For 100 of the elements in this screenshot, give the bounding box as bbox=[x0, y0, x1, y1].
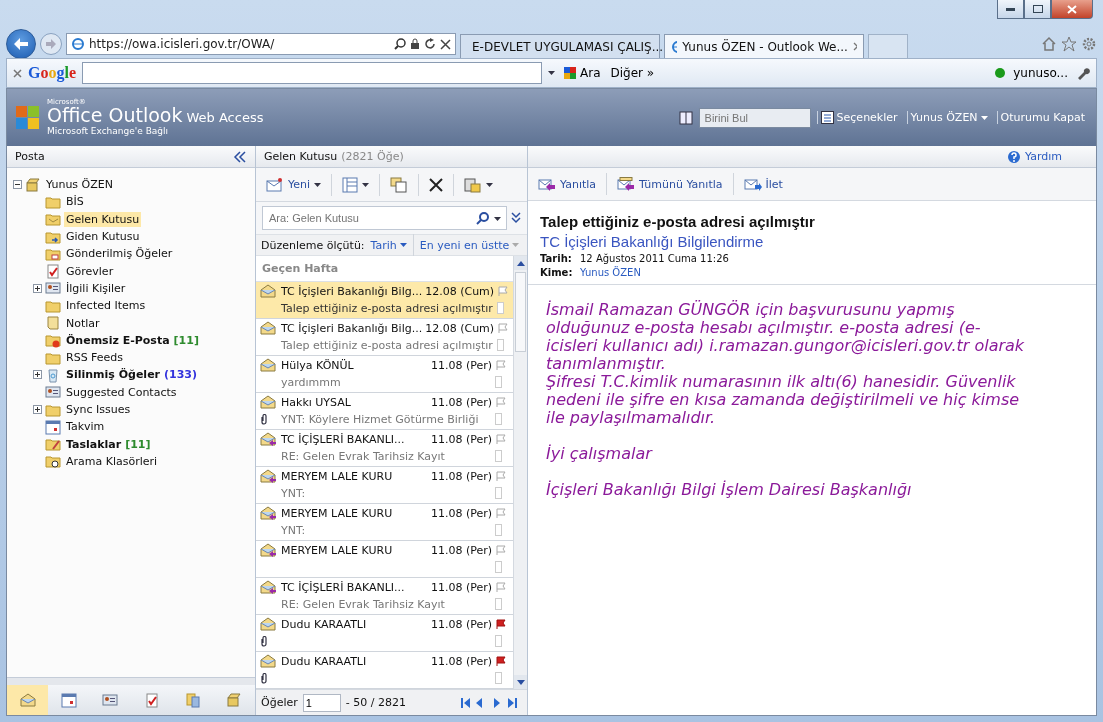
caret-icon[interactable] bbox=[399, 243, 407, 247]
forward-button[interactable] bbox=[40, 33, 62, 55]
message-item[interactable]: Dudu KARAATLI 11.08 (Per) bbox=[256, 652, 513, 689]
logout-link[interactable]: Oturumu Kapat bbox=[996, 111, 1088, 124]
expand-search-icon[interactable] bbox=[511, 212, 521, 224]
wrench-icon[interactable] bbox=[1076, 66, 1090, 80]
refresh-icon[interactable] bbox=[424, 38, 436, 50]
caret-icon[interactable] bbox=[314, 182, 322, 187]
sort-field-button[interactable]: Tarih bbox=[368, 238, 409, 252]
flag-icon[interactable] bbox=[495, 618, 506, 630]
flag-icon[interactable] bbox=[495, 655, 506, 667]
sender-name[interactable]: TC İçişleri Bakanlığı Bilgilendirme bbox=[540, 233, 1084, 250]
folder-item[interactable]: İlgili Kişiler bbox=[64, 280, 128, 296]
scroll-down-icon[interactable] bbox=[516, 679, 525, 685]
scrollbar[interactable] bbox=[513, 256, 527, 689]
reply-button[interactable]: Yanıtla bbox=[534, 175, 601, 193]
category-icon[interactable] bbox=[495, 672, 502, 684]
category-icon[interactable] bbox=[495, 376, 502, 388]
message-item[interactable]: Dudu KARAATLI 11.08 (Per) bbox=[256, 615, 513, 652]
folder-item[interactable]: Arama Klasörleri bbox=[64, 453, 160, 469]
more-button[interactable]: Diğer » bbox=[608, 66, 657, 80]
folder-item[interactable]: Notlar bbox=[64, 315, 102, 331]
search-field[interactable] bbox=[82, 62, 542, 84]
caret-icon[interactable] bbox=[494, 216, 501, 221]
star-icon[interactable] bbox=[1061, 36, 1077, 52]
scroll-up-icon[interactable] bbox=[516, 260, 525, 266]
browser-tab[interactable]: E-DEVLET UYGULAMASI ÇALIŞ... bbox=[460, 34, 660, 58]
message-item[interactable]: Hakkı UYSAL 11.08 (Per) YNT: Köylere Hizmet Götürme Birliği bbox=[256, 393, 513, 430]
collapse-icon[interactable] bbox=[13, 180, 22, 190]
field-label: Kime: bbox=[540, 267, 572, 278]
caret-icon[interactable] bbox=[548, 71, 555, 75]
address-field[interactable]: https://owa.icisleri.gov.tr/OWA/ bbox=[66, 33, 456, 55]
category-icon[interactable] bbox=[495, 524, 502, 536]
page-field[interactable]: 1 bbox=[302, 693, 341, 712]
caret-icon[interactable] bbox=[362, 182, 370, 187]
minimize-button[interactable] bbox=[997, 0, 1024, 19]
folder-item[interactable]: BİS bbox=[64, 194, 86, 210]
category-icon[interactable] bbox=[495, 487, 502, 499]
settings-icon[interactable] bbox=[1081, 36, 1097, 52]
folder-item[interactable]: RSS Feeds bbox=[64, 350, 126, 366]
options-button[interactable]: Seçenekler bbox=[816, 111, 901, 124]
folder-item[interactable]: Suggested Contacts bbox=[64, 384, 179, 400]
address-book-icon[interactable] bbox=[678, 110, 693, 125]
search-field[interactable]: Ara: Gelen Kutusu bbox=[262, 206, 507, 230]
message-item[interactable]: MERYEM LALE KURU 11.08 (Per) YNT: bbox=[256, 467, 513, 504]
splitter-handle[interactable] bbox=[7, 677, 255, 685]
user-menu[interactable]: Yunus ÖZEN bbox=[906, 111, 991, 124]
browser-tab[interactable]: Yunus ÖZEN - Outlook We... bbox=[664, 34, 864, 58]
expand-icon[interactable] bbox=[33, 370, 42, 380]
scroll-thumb[interactable] bbox=[515, 272, 526, 352]
search-button[interactable]: Ara bbox=[561, 66, 603, 80]
maximize-button[interactable] bbox=[1024, 0, 1051, 19]
reply-all-button[interactable]: Tümünü Yanıtla bbox=[613, 175, 727, 193]
home-icon[interactable] bbox=[1041, 36, 1057, 52]
expand-icon[interactable] bbox=[33, 405, 42, 414]
message-item[interactable]: TC İÇİŞLERİ BAKANLI... 11.08 (Per) RE: Gelen Evrak Tarihsiz Kayıt bbox=[256, 578, 513, 615]
message-item[interactable]: TC İÇİŞLERİ BAKANLI... 11.08 (Per) RE: Gelen Evrak Tarihsiz Kayıt bbox=[256, 430, 513, 467]
forward-button[interactable]: İlet bbox=[739, 175, 787, 193]
category-icon[interactable] bbox=[495, 413, 502, 425]
folder-item[interactable]: Yunus ÖZEN bbox=[44, 177, 115, 193]
folder-item[interactable]: Gelen Kutusu bbox=[64, 211, 142, 227]
new-button[interactable]: Yeni bbox=[262, 174, 326, 195]
message-item[interactable]: MERYEM LALE KURU 11.08 (Per) YNT: bbox=[256, 504, 513, 541]
search-icon[interactable] bbox=[476, 212, 489, 225]
category-icon[interactable] bbox=[497, 302, 505, 314]
collapse-pane-icon[interactable] bbox=[233, 150, 247, 163]
folder-item[interactable]: Giden Kutusu bbox=[64, 229, 142, 245]
search-icon[interactable] bbox=[394, 38, 406, 50]
folder-item[interactable]: Sync Issues bbox=[64, 402, 133, 417]
message-item[interactable]: Hülya KÖNÜL 11.08 (Per) yardımmm bbox=[256, 356, 513, 393]
folder-item[interactable]: Görevler bbox=[64, 263, 116, 279]
help-link[interactable]: Yardım bbox=[1000, 148, 1088, 165]
category-icon[interactable] bbox=[497, 339, 505, 351]
category-icon[interactable] bbox=[495, 598, 502, 610]
folder-item[interactable]: Gönderilmiş Öğeler bbox=[64, 246, 175, 262]
caret-icon[interactable] bbox=[486, 182, 494, 187]
folder-item[interactable]: Infected Items bbox=[64, 298, 148, 314]
sort-order-button[interactable]: En yeni en üstte bbox=[417, 238, 522, 252]
close-icon[interactable] bbox=[13, 68, 22, 78]
expand-icon[interactable] bbox=[33, 283, 42, 293]
back-button[interactable] bbox=[6, 29, 36, 59]
folder-item[interactable]: Önemsiz E-Posta [11] bbox=[64, 332, 201, 348]
folder-item[interactable]: Takvim bbox=[64, 419, 107, 435]
new-tab-button[interactable] bbox=[868, 34, 908, 58]
message-item[interactable]: TC İçişleri Bakanlığı Bilg... 12.08 (Cum) Talep ettiğiniz e-posta adresi açılmıştır bbox=[256, 319, 513, 356]
message-item[interactable]: TC İçişleri Bakanlığı Bilg... 12.08 (Cum) Talep ettiğiniz e-posta adresi açılmıştır bbox=[256, 282, 513, 319]
message-item[interactable]: MERYEM LALE KURU 11.08 (Per) bbox=[256, 541, 513, 578]
close-tab-icon[interactable] bbox=[852, 42, 857, 51]
folder-item[interactable]: Silinmiş Öğeler (133) bbox=[64, 367, 200, 383]
account-button[interactable]: yunuso... bbox=[1011, 66, 1070, 80]
category-icon[interactable] bbox=[495, 450, 502, 462]
category-icon[interactable] bbox=[495, 561, 502, 573]
category-icon[interactable] bbox=[495, 635, 502, 647]
nav-button[interactable] bbox=[7, 685, 49, 715]
folder-item[interactable]: Taslaklar [11] bbox=[64, 436, 153, 452]
stop-icon[interactable] bbox=[440, 38, 451, 50]
find-person-field[interactable]: Birini Bul bbox=[698, 107, 811, 128]
close-button[interactable] bbox=[1051, 0, 1093, 19]
recipient-link[interactable]: Yunus ÖZEN bbox=[580, 267, 641, 278]
lock-icon[interactable] bbox=[410, 38, 420, 50]
